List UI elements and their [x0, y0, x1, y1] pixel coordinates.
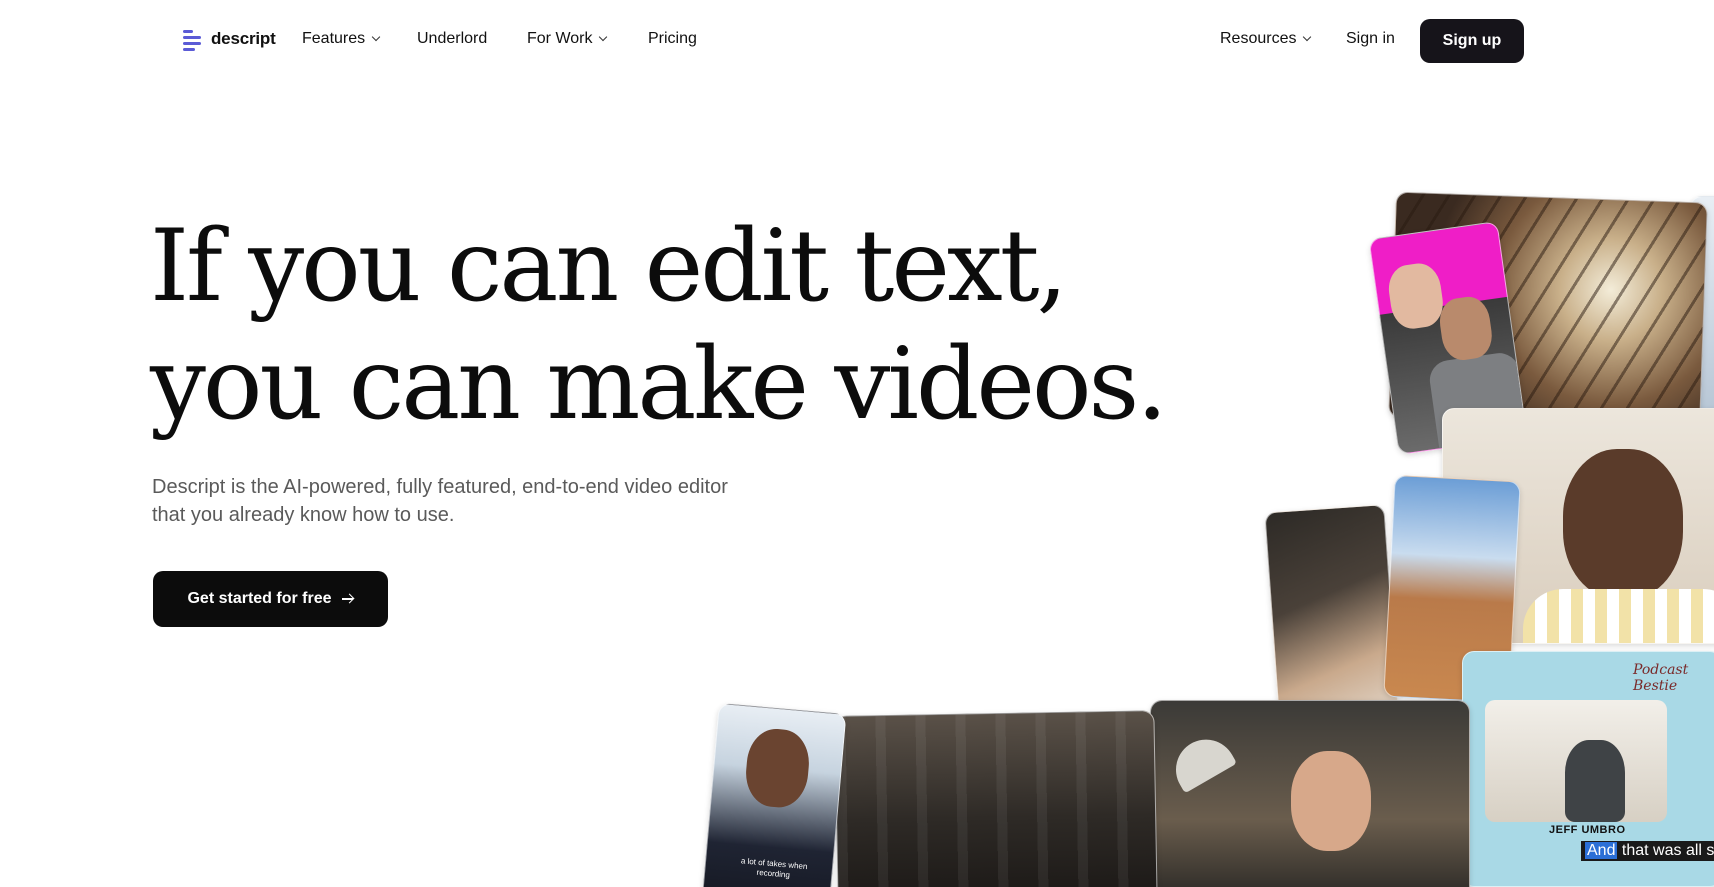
nav-resources[interactable]: Resources — [1220, 30, 1312, 48]
subheading-line-1: Descript is the AI-powered, fully featur… — [152, 476, 728, 498]
headphones-video-thumbnail — [1150, 700, 1470, 887]
person-image — [1291, 751, 1371, 851]
caption-highlight: And — [1585, 842, 1618, 859]
person-image — [1523, 589, 1714, 643]
podcast-brand-logo: Podcast Bestie — [1633, 662, 1689, 694]
get-started-button[interactable]: Get started for free — [153, 571, 388, 627]
headline-line-2: you can make videos. — [150, 327, 1168, 442]
chevron-down-icon — [599, 32, 608, 42]
chevron-down-icon — [1303, 32, 1312, 42]
nav-for-work-label: For Work — [527, 30, 593, 47]
nav-pricing[interactable]: Pricing — [648, 30, 697, 48]
hero-subheading: Descript is the AI-powered, fully featur… — [152, 473, 792, 529]
nav-features-label: Features — [302, 30, 366, 47]
person-image — [1565, 740, 1625, 822]
get-started-label: Get started for free — [187, 590, 332, 607]
nav-resources-label: Resources — [1220, 30, 1297, 47]
person-image — [1385, 260, 1447, 332]
nav-pricing-label: Pricing — [648, 30, 697, 47]
subheading-line-2: that you already know how to use. — [152, 504, 455, 526]
nav-features[interactable]: Features — [302, 30, 381, 48]
descript-logo[interactable]: descript — [183, 28, 276, 51]
arrow-right-icon — [341, 594, 354, 604]
person-image — [1563, 449, 1683, 599]
top-navigation: descript Features Underlord For Work Pri… — [0, 0, 1714, 82]
podcast-frame — [1485, 700, 1667, 822]
descript-logo-icon — [183, 28, 203, 51]
nav-for-work[interactable]: For Work — [527, 30, 608, 48]
chevron-down-icon — [371, 32, 381, 42]
speaker-name: JEFF UMBRO — [1549, 824, 1626, 836]
podcast-caption: And that was all sh — [1581, 841, 1714, 861]
logo-text: descript — [211, 29, 276, 48]
sign-in-label: Sign in — [1346, 30, 1395, 47]
person-image — [743, 726, 812, 810]
creator-video-thumbnail: a lot of takes when recording — [701, 702, 847, 887]
studio-video-thumbnail — [834, 710, 1158, 887]
sign-up-button[interactable]: Sign up — [1420, 19, 1524, 63]
nav-underlord-label: Underlord — [417, 30, 488, 47]
creator-caption: a lot of takes when recording — [740, 856, 808, 880]
caption-rest: that was all sh — [1617, 842, 1714, 859]
lamp-image — [1165, 728, 1237, 794]
headline-line-1: If you can edit text, — [150, 209, 1068, 324]
nav-underlord[interactable]: Underlord — [417, 30, 487, 48]
podcast-video-thumbnail: Podcast Bestie JEFF UMBRO And that was a… — [1462, 651, 1714, 887]
hero-headline: If you can edit text, you can make video… — [150, 208, 1168, 444]
person-image — [1436, 294, 1495, 363]
sign-in-link[interactable]: Sign in — [1346, 30, 1395, 48]
